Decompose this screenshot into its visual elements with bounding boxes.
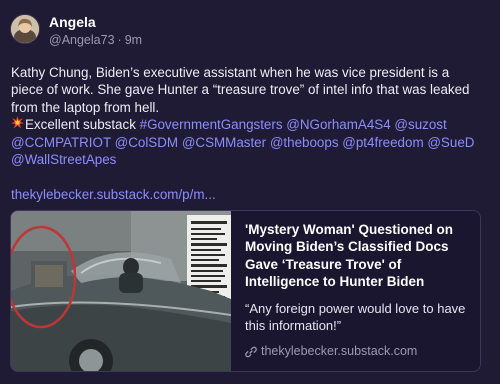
display-name[interactable]: Angela [49, 14, 142, 30]
card-description: “Any foreign power would love to have th… [245, 300, 466, 334]
post-text-line-mentions: Excellent substack #GovernmentGangsters … [11, 116, 489, 133]
post-text-line-link: thekylebecker.substack.com/p/m... [11, 186, 489, 203]
collision-emoji-icon [11, 116, 25, 133]
post[interactable]: Angela @Angela73 · 9m Kathy Chung, Biden’s… [0, 0, 500, 384]
card-image [11, 211, 232, 371]
classic-car-photo [11, 211, 232, 371]
post-content: Kathy Chung, Biden’s executive assistant… [11, 64, 489, 203]
post-text-line-mentions: @CCMPATRIOT @ColSDM @CSMMaster @theboops… [11, 134, 489, 151]
hashtag-link[interactable]: #GovernmentGangsters [140, 117, 283, 132]
mention-link[interactable]: @suzost [394, 117, 446, 132]
post-text-prefix: Excellent substack [25, 117, 140, 133]
post-text-line: from the laptop from hell. [11, 99, 160, 115]
mention-link[interactable]: @CCMPATRIOT [11, 135, 111, 150]
mention-link[interactable]: @ColSDM [115, 135, 178, 150]
post-url-link[interactable]: thekylebecker.substack.com/p/m... [11, 187, 216, 202]
mention-link[interactable]: @NGorhamA4S4 [286, 117, 390, 132]
handle[interactable]: @Angela73 [49, 33, 115, 47]
avatar[interactable] [10, 14, 40, 44]
meta-separator: · [117, 33, 122, 47]
avatar-image [11, 15, 39, 43]
card-text: 'Mystery Woman' Questioned on Moving Bid… [245, 221, 473, 360]
post-text-line-mentions: @WallStreetApes [11, 151, 489, 168]
mention-link[interactable]: @theboops [270, 135, 339, 150]
post-text-line: Kathy Chung, Biden’s executive assistant… [11, 65, 450, 80]
post-meta: @Angela73 · 9m [49, 32, 142, 48]
mention-link[interactable]: @pt4freedom [342, 135, 423, 150]
card-domain-row: thekylebecker.substack.com [245, 343, 473, 360]
post-text-line: piece of work. She gave Hunter a “treasu… [11, 82, 470, 98]
mention-link[interactable]: @CSMMaster [182, 135, 266, 150]
post-author: Angela @Angela73 · 9m [49, 14, 142, 48]
card-domain: thekylebecker.substack.com [261, 344, 418, 359]
card-title[interactable]: 'Mystery Woman' Questioned on Moving Bid… [245, 221, 473, 291]
link-preview-card[interactable]: 'Mystery Woman' Questioned on Moving Bid… [10, 210, 481, 372]
mention-link[interactable]: @SueD [427, 135, 474, 150]
timestamp[interactable]: 9m [125, 33, 142, 47]
link-icon [245, 346, 257, 358]
mention-link[interactable]: @WallStreetApes [11, 152, 116, 167]
